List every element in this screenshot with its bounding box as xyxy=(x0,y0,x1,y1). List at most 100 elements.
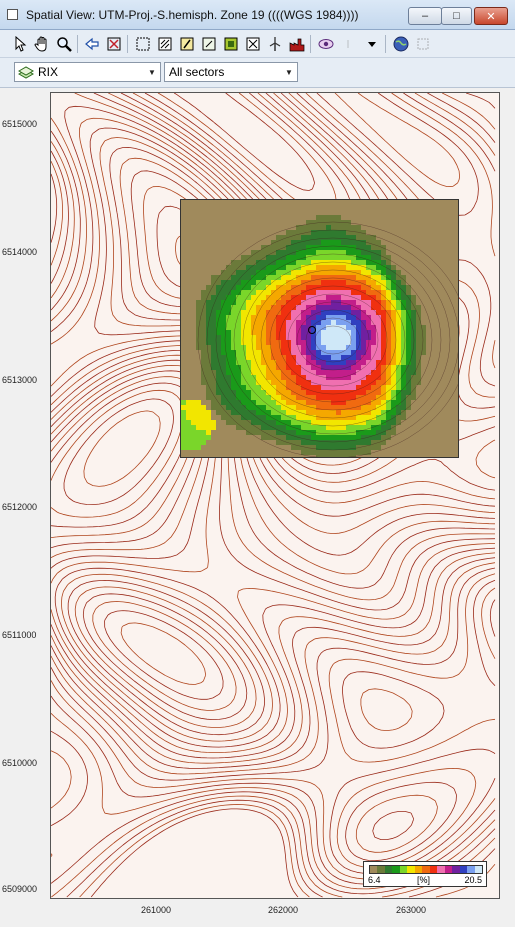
raster-cell xyxy=(351,435,356,440)
raster-cell xyxy=(396,330,401,335)
raster-cell xyxy=(451,330,456,335)
raster-cell xyxy=(256,375,261,380)
raster-cell xyxy=(211,385,216,390)
raster-cell xyxy=(371,280,376,285)
raster-cell xyxy=(266,215,271,220)
raster-cell xyxy=(406,385,411,390)
raster-cell xyxy=(296,205,301,210)
pan-tool-button[interactable] xyxy=(32,34,52,54)
raster-cell xyxy=(451,400,456,405)
raster-cell xyxy=(241,380,246,385)
view-button[interactable] xyxy=(316,34,336,54)
raster-cell xyxy=(441,215,446,220)
raster-cell xyxy=(356,385,361,390)
raster-cell xyxy=(421,270,426,275)
raster-cell xyxy=(406,455,411,457)
raster-cell xyxy=(276,395,281,400)
chevron-down-icon: ▼ xyxy=(148,67,156,77)
raster-cell xyxy=(311,385,316,390)
raster-cell xyxy=(396,215,401,220)
raster-cell xyxy=(321,285,326,290)
raster-cell xyxy=(211,390,216,395)
zoom-tool-button[interactable] xyxy=(54,34,74,54)
raster-cell xyxy=(316,210,321,215)
raster-cell xyxy=(306,275,311,280)
raster-cell xyxy=(286,270,291,275)
raster-cell xyxy=(411,380,416,385)
raster-cell xyxy=(396,345,401,350)
raster-cell xyxy=(401,245,406,250)
raster-cell xyxy=(441,250,446,255)
tool-dropdown-button[interactable] xyxy=(362,34,382,54)
layer-button-3[interactable] xyxy=(199,34,219,54)
back-button[interactable] xyxy=(82,34,102,54)
raster-cell xyxy=(211,320,216,325)
raster-cell xyxy=(206,280,211,285)
raster-cell xyxy=(391,415,396,420)
select-area-button[interactable] xyxy=(133,34,153,54)
raster-cell xyxy=(381,285,386,290)
minimize-button[interactable]: – xyxy=(408,7,442,25)
y-axis-tick-label: 6513000 xyxy=(2,375,38,385)
turbine-button[interactable] xyxy=(265,34,285,54)
raster-cell xyxy=(341,410,346,415)
rix-raster-overlay[interactable] xyxy=(180,199,459,458)
legend-swatch xyxy=(422,866,430,873)
raster-cell xyxy=(301,440,306,445)
raster-cell xyxy=(321,395,326,400)
raster-cell xyxy=(186,260,191,265)
raster-cell xyxy=(271,220,276,225)
raster-cell xyxy=(421,420,426,425)
raster-cell xyxy=(201,380,206,385)
raster-cell xyxy=(201,430,206,435)
globe-button[interactable] xyxy=(391,34,411,54)
raster-cell xyxy=(431,280,436,285)
raster-cell xyxy=(436,245,441,250)
layer-button-4[interactable] xyxy=(221,34,241,54)
raster-cell xyxy=(451,380,456,385)
factory-button[interactable] xyxy=(287,34,307,54)
raster-cell xyxy=(251,455,256,457)
sector-combobox[interactable]: All sectors ▼ xyxy=(164,62,298,82)
raster-cell xyxy=(256,230,261,235)
turbine-icon xyxy=(269,37,281,51)
raster-cell xyxy=(226,270,231,275)
layer-button-1[interactable] xyxy=(155,34,175,54)
window-titlebar[interactable]: Spatial View: UTM-Proj.-S.hemisph. Zone … xyxy=(0,0,515,30)
raster-cell xyxy=(286,200,291,205)
raster-cell xyxy=(316,235,321,240)
raster-cell xyxy=(201,400,206,405)
raster-cell xyxy=(376,430,381,435)
raster-cell xyxy=(366,295,371,300)
raster-cell xyxy=(306,320,311,325)
raster-cell xyxy=(226,405,231,410)
layer-button-2[interactable] xyxy=(177,34,197,54)
raster-cell xyxy=(336,305,341,310)
raster-cell xyxy=(266,445,271,450)
raster-cell xyxy=(276,305,281,310)
maximize-button[interactable]: □ xyxy=(441,7,472,25)
zoom-extent-button[interactable] xyxy=(104,34,124,54)
raster-cell xyxy=(286,205,291,210)
raster-cell xyxy=(356,375,361,380)
raster-cell xyxy=(451,265,456,270)
layer-button-5[interactable] xyxy=(243,34,263,54)
frame-button[interactable] xyxy=(413,34,433,54)
raster-cell xyxy=(456,350,458,355)
raster-cell xyxy=(236,440,241,445)
raster-cell xyxy=(376,365,381,370)
raster-cell xyxy=(226,455,231,457)
sector-value: All sectors xyxy=(169,65,225,79)
raster-cell xyxy=(416,275,421,280)
raster-cell xyxy=(181,235,186,240)
pointer-tool-button[interactable] xyxy=(10,34,30,54)
layer-combobox[interactable]: RIX ▼ xyxy=(14,62,161,82)
raster-cell xyxy=(281,345,286,350)
raster-cell xyxy=(431,235,436,240)
raster-cell xyxy=(211,250,216,255)
raster-cell xyxy=(336,275,341,280)
raster-cell xyxy=(181,280,186,285)
disabled-tool-button[interactable] xyxy=(338,34,358,54)
close-button[interactable]: ✕ xyxy=(474,7,508,25)
raster-cell xyxy=(336,395,341,400)
